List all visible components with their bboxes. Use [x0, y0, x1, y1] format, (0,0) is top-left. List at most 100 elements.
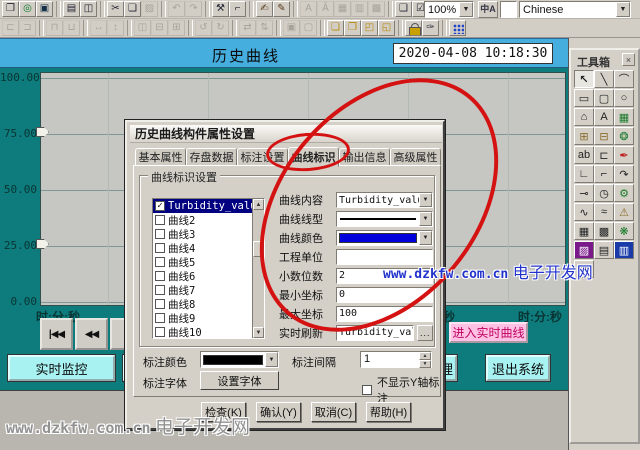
curve-list-item[interactable]: 曲线8 — [153, 297, 264, 311]
translate-button[interactable]: 中A — [478, 1, 498, 18]
annotation-color-select[interactable]: ▼ — [200, 351, 279, 368]
exit-system-button[interactable]: 退出系统 — [486, 355, 550, 381]
spin-down-icon[interactable]: ▼ — [419, 360, 431, 368]
spin-up-icon[interactable]: ▲ — [419, 352, 431, 360]
curve-checkbox[interactable] — [155, 285, 165, 295]
window-properties-icon[interactable]: ❑ — [395, 1, 412, 17]
confirm-button[interactable]: 确认(Y) — [256, 402, 301, 422]
pipe-elbow2-icon[interactable]: ⌐ — [594, 165, 614, 183]
label-icon[interactable]: ✒ — [614, 146, 634, 164]
curve-listbox[interactable]: ✓Turbidity_value曲线2曲线3曲线4曲线5曲线6曲线7曲线8曲线9… — [152, 198, 265, 339]
input-box-icon[interactable]: ab — [574, 146, 594, 164]
curve-list-item[interactable]: 曲线10 — [153, 325, 264, 339]
gif-animation-icon[interactable]: ❂ — [614, 127, 634, 145]
zoom-select[interactable]: 100% ▼ — [424, 1, 474, 18]
ellipse-tool-icon[interactable]: ○ — [614, 89, 634, 107]
rect-tool-icon[interactable]: ▭ — [574, 89, 594, 107]
curve-color-select[interactable]: ▼ — [336, 230, 433, 246]
tab-output[interactable]: 输出信息 — [339, 148, 390, 166]
curve-checkbox[interactable] — [155, 327, 165, 337]
workbench-icon[interactable]: ⌐ — [229, 1, 246, 17]
dialog-title[interactable]: 历史曲线构件属性设置 — [130, 125, 442, 143]
edit-pen-icon[interactable]: ✍ — [256, 1, 273, 17]
tab-advanced[interactable]: 高级属性 — [390, 148, 441, 166]
chevron-down-icon[interactable]: ▼ — [419, 212, 432, 226]
roundrect-tool-icon[interactable]: ▢ — [594, 89, 614, 107]
chevron-down-icon[interactable]: ▼ — [459, 2, 473, 17]
curve-list-item[interactable]: 曲线6 — [153, 269, 264, 283]
text-tool-icon[interactable]: A — [594, 108, 614, 126]
curve-content-select[interactable]: Turbidity_value ▼ — [336, 192, 433, 208]
cancel-button[interactable]: 取消(C) — [311, 402, 356, 422]
chevron-down-icon[interactable]: ▼ — [419, 231, 432, 245]
curve-list-item[interactable]: 曲线9 — [153, 311, 264, 325]
line-tool-icon[interactable]: ╲ — [594, 70, 614, 88]
tab-annotation[interactable]: 标注设置 — [237, 148, 288, 166]
enter-realtime-curve-button[interactable]: 进入实时曲线 — [449, 322, 528, 343]
send-to-back-icon[interactable]: ❐ — [344, 20, 361, 36]
scroll-down-icon[interactable]: ▼ — [253, 327, 264, 338]
help-button[interactable]: 帮助(H) — [366, 402, 411, 422]
xy-plot-icon[interactable]: ≈ — [594, 203, 614, 221]
max-coordinate-input[interactable]: 100 — [336, 306, 433, 322]
grid-dots-icon[interactable] — [449, 20, 466, 36]
curve-list-item[interactable]: 曲线4 — [153, 241, 264, 255]
tools-icon[interactable]: ⚒ — [212, 1, 229, 17]
annotation-interval-stepper[interactable]: 1 ▲ ▼ — [360, 351, 432, 368]
curve-checkbox[interactable] — [155, 271, 165, 281]
animation-button-icon[interactable]: ⊞ — [574, 127, 594, 145]
curve-checkbox[interactable] — [155, 215, 165, 225]
scrollbar-thumb[interactable] — [253, 241, 264, 257]
alarm-icon[interactable]: ⚠ — [614, 203, 634, 221]
print-preview-icon[interactable]: ◫ — [80, 1, 97, 17]
report-icon[interactable]: ▤ — [594, 241, 614, 259]
clock-icon[interactable]: ◷ — [594, 184, 614, 202]
bring-forward-icon[interactable]: ◰ — [361, 20, 378, 36]
listbox-scrollbar[interactable]: ▲ ▼ — [252, 199, 264, 338]
close-icon[interactable]: × — [622, 53, 635, 66]
animation-display-icon[interactable]: ⊟ — [594, 127, 614, 145]
skip-to-start-button[interactable]: |◀◀ — [40, 318, 73, 350]
copy-icon[interactable]: ❏ — [124, 1, 141, 17]
curve-checkbox[interactable] — [155, 229, 165, 239]
curve-linetype-select[interactable]: ▼ — [336, 211, 433, 227]
bitmap-tool-icon[interactable]: ▦ — [614, 108, 634, 126]
print-icon[interactable]: ▤ — [63, 1, 80, 17]
curve-checkbox[interactable] — [155, 257, 165, 267]
language-select[interactable]: Chinese ▼ — [519, 1, 631, 18]
hide-y-axis-checkbox[interactable] — [362, 385, 372, 395]
tab-storage[interactable]: 存盘数据 — [186, 148, 237, 166]
flow-block-icon[interactable]: ⊏ — [594, 146, 614, 164]
monitor-icon[interactable]: ▣ — [36, 1, 53, 17]
curve-list-item[interactable]: 曲线3 — [153, 227, 264, 241]
lock-icon[interactable] — [405, 20, 422, 36]
send-backward-icon[interactable]: ◱ — [378, 20, 395, 36]
chevron-down-icon[interactable]: ▼ — [616, 2, 630, 17]
select-tool-icon[interactable]: ↖ — [574, 70, 594, 88]
curve-list-item[interactable]: 曲线7 — [153, 283, 264, 297]
curve-list-item[interactable]: 曲线2 — [153, 213, 264, 227]
tab-curve-id[interactable]: 曲线标识 — [288, 147, 339, 167]
edit-brush-icon[interactable]: ✎ — [273, 1, 290, 17]
fill-icon[interactable]: ✑ — [422, 20, 439, 36]
step-back-button[interactable]: ◀◀ — [75, 318, 108, 350]
set-font-button[interactable]: 设置字体 — [200, 371, 279, 390]
strip-chart-icon[interactable]: ▨ — [574, 241, 594, 259]
history-table-icon[interactable]: ▩ — [594, 222, 614, 240]
curve-list-item[interactable]: 曲线5 — [153, 255, 264, 269]
pipe-arc-icon[interactable]: ↷ — [614, 165, 634, 183]
new-window-icon[interactable]: ❐ — [2, 1, 19, 17]
trend-curve-icon[interactable]: ∿ — [574, 203, 594, 221]
polygon-tool-icon[interactable]: ⌂ — [574, 108, 594, 126]
chevron-down-icon[interactable]: ▼ — [419, 193, 432, 207]
gear-icon[interactable]: ⚙ — [614, 184, 634, 202]
curve-checkbox[interactable]: ✓ — [155, 201, 165, 211]
scroll-up-icon[interactable]: ▲ — [253, 199, 264, 210]
min-coordinate-input[interactable]: 0 — [336, 287, 433, 303]
curve-checkbox[interactable] — [155, 243, 165, 253]
cut-icon[interactable]: ✂ — [107, 1, 124, 17]
find-icon[interactable]: ◎ — [19, 1, 36, 17]
realtime-refresh-input[interactable]: Turbidity_value — [336, 325, 414, 341]
curve-checkbox[interactable] — [155, 299, 165, 309]
display-panel-icon[interactable]: ▥ — [614, 241, 634, 259]
